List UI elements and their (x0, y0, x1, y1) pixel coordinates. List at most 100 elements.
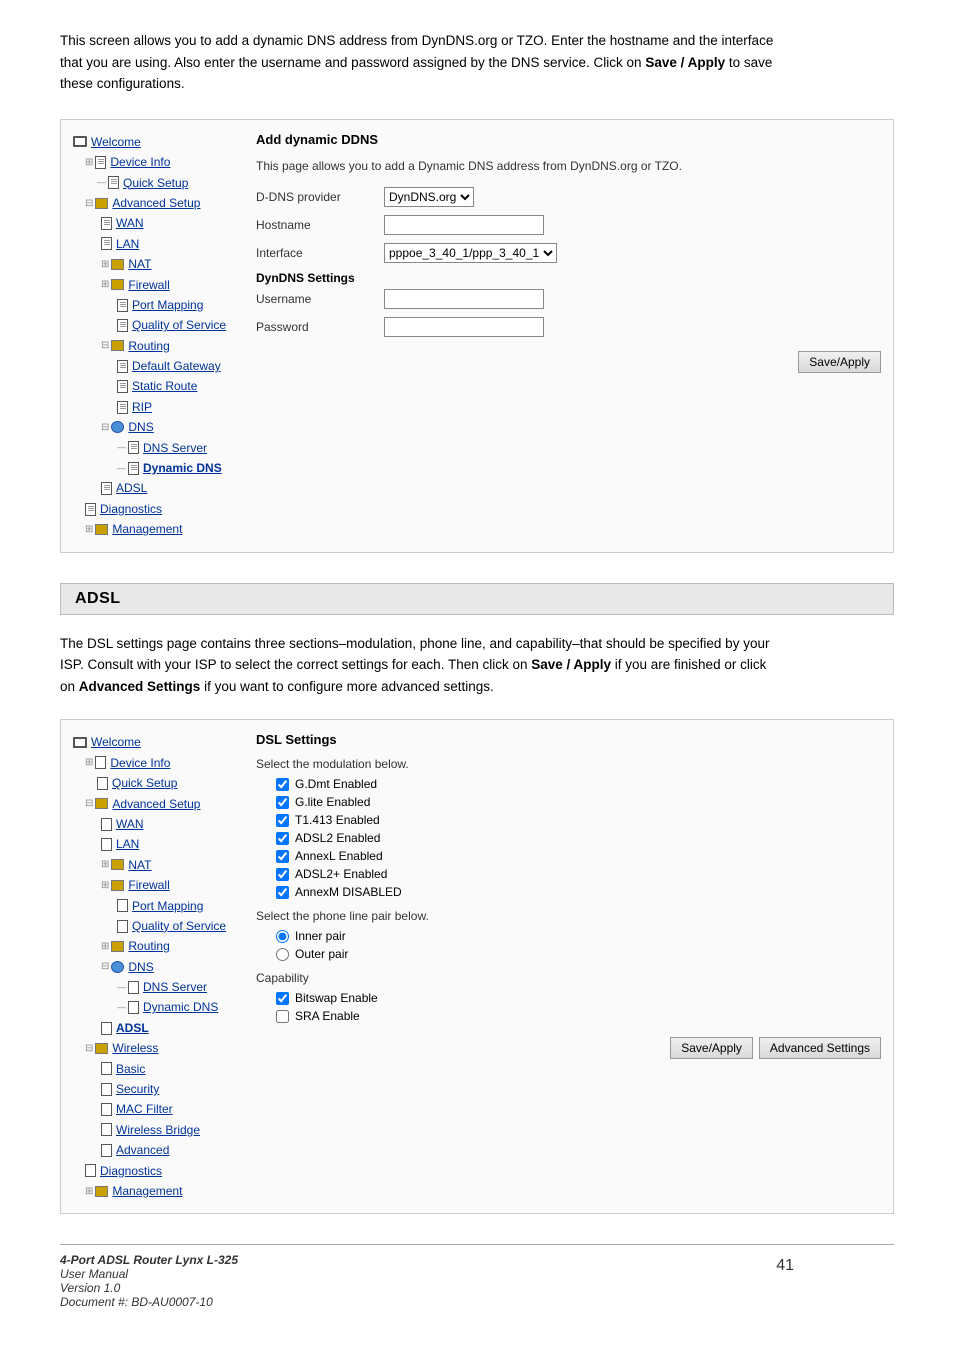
nav2-security[interactable]: Security (101, 1079, 238, 1099)
nav-nat[interactable]: ⊞ NAT (101, 254, 238, 274)
nav2-wan-label[interactable]: WAN (116, 814, 144, 834)
glite-checkbox[interactable] (276, 796, 289, 809)
nav2-advanced-setup[interactable]: ⊟ Advanced Setup (85, 794, 238, 814)
nav-dynamic-dns-label[interactable]: Dynamic DNS (143, 458, 222, 478)
nav2-wireless-bridge-label[interactable]: Wireless Bridge (116, 1120, 200, 1140)
nav2-diagnostics-label[interactable]: Diagnostics (100, 1161, 162, 1181)
nav2-advanced-setup-label[interactable]: Advanced Setup (112, 794, 200, 814)
ddns-provider-select[interactable]: DynDNS.org TZO (384, 187, 474, 207)
nav-management[interactable]: ⊞ Management (85, 519, 238, 539)
nav2-lan[interactable]: LAN (101, 834, 238, 854)
nav-device-info-label[interactable]: Device Info (110, 152, 170, 172)
nav2-diagnostics[interactable]: Diagnostics (85, 1161, 238, 1181)
username-input[interactable] (384, 289, 544, 309)
nav2-adsl[interactable]: ADSL (101, 1018, 238, 1038)
nav2-basic[interactable]: Basic (101, 1059, 238, 1079)
dsl-advanced-button[interactable]: Advanced Settings (759, 1037, 881, 1059)
nav2-routing-label[interactable]: Routing (128, 936, 169, 956)
bitswap-checkbox[interactable] (276, 992, 289, 1005)
nav-advanced-setup[interactable]: ⊟ Advanced Setup (85, 193, 238, 213)
inner-pair-radio[interactable] (276, 930, 289, 943)
nav2-management[interactable]: ⊞ Management (85, 1181, 238, 1201)
nav2-wireless[interactable]: ⊟ Wireless (85, 1038, 238, 1058)
nav-advanced-setup-label[interactable]: Advanced Setup (112, 193, 200, 213)
nav-routing[interactable]: ⊟ Routing (101, 336, 238, 356)
annexm-checkbox[interactable] (276, 886, 289, 899)
nav-wan[interactable]: WAN (101, 213, 238, 233)
nav2-security-label[interactable]: Security (116, 1079, 159, 1099)
nav2-quick-setup-label[interactable]: Quick Setup (112, 773, 177, 793)
nav2-port-mapping[interactable]: Port Mapping (117, 896, 238, 916)
nav-rip[interactable]: RIP (117, 397, 238, 417)
nav2-firewall[interactable]: ⊞ Firewall (101, 875, 238, 895)
adsl2plus-checkbox[interactable] (276, 868, 289, 881)
nav-diagnostics-label[interactable]: Diagnostics (100, 499, 162, 519)
nav-adsl-label[interactable]: ADSL (116, 478, 147, 498)
nav-device-info[interactable]: ⊞ Device Info (85, 152, 238, 172)
adsl2-checkbox[interactable] (276, 832, 289, 845)
nav2-welcome[interactable]: Welcome (73, 732, 238, 752)
sra-checkbox[interactable] (276, 1010, 289, 1023)
interface-select[interactable]: pppoe_3_40_1/ppp_3_40_1 (384, 243, 557, 263)
nav2-advanced-label[interactable]: Advanced (116, 1140, 169, 1160)
nav2-welcome-label[interactable]: Welcome (91, 732, 141, 752)
nav-quick-setup[interactable]: — Quick Setup (97, 173, 238, 193)
nav2-mac-filter-label[interactable]: MAC Filter (116, 1099, 173, 1119)
nav-routing-label[interactable]: Routing (128, 336, 169, 356)
nav2-nat-label[interactable]: NAT (128, 855, 151, 875)
nav2-qos-label[interactable]: Quality of Service (132, 916, 226, 936)
nav2-dns-label[interactable]: DNS (128, 957, 153, 977)
nav-default-gw[interactable]: Default Gateway (117, 356, 238, 376)
nav-qos-label[interactable]: Quality of Service (132, 315, 226, 335)
nav-lan[interactable]: LAN (101, 234, 238, 254)
password-input[interactable] (384, 317, 544, 337)
nav-quick-setup-label[interactable]: Quick Setup (123, 173, 188, 193)
nav2-routing[interactable]: ⊞ Routing (101, 936, 238, 956)
nav2-basic-label[interactable]: Basic (116, 1059, 145, 1079)
nav-default-gw-label[interactable]: Default Gateway (132, 356, 221, 376)
nav2-dns[interactable]: ⊟ DNS (101, 957, 238, 977)
nav2-port-mapping-label[interactable]: Port Mapping (132, 896, 203, 916)
nav2-dns-server-label[interactable]: DNS Server (143, 977, 207, 997)
nav-qos[interactable]: Quality of Service (117, 315, 238, 335)
nav2-qos[interactable]: Quality of Service (117, 916, 238, 936)
nav2-wan[interactable]: WAN (101, 814, 238, 834)
nav-adsl[interactable]: ADSL (101, 478, 238, 498)
nav-dns[interactable]: ⊟ DNS (101, 417, 238, 437)
nav2-advanced[interactable]: Advanced (101, 1140, 238, 1160)
nav2-dynamic-dns[interactable]: — Dynamic DNS (117, 997, 238, 1017)
nav-rip-label[interactable]: RIP (132, 397, 152, 417)
nav2-nat[interactable]: ⊞ NAT (101, 855, 238, 875)
t1413-checkbox[interactable] (276, 814, 289, 827)
nav-static-route-label[interactable]: Static Route (132, 376, 197, 396)
nav2-device-info-label[interactable]: Device Info (110, 753, 170, 773)
nav2-lan-label[interactable]: LAN (116, 834, 139, 854)
nav-firewall[interactable]: ⊞ Firewall (101, 275, 238, 295)
hostname-input[interactable] (384, 215, 544, 235)
nav2-quick-setup[interactable]: Quick Setup (97, 773, 238, 793)
nav2-device-info[interactable]: ⊞ Device Info (85, 753, 238, 773)
nav-welcome-label[interactable]: Welcome (91, 132, 141, 152)
nav-diagnostics[interactable]: Diagnostics (85, 499, 238, 519)
nav2-dynamic-dns-label[interactable]: Dynamic DNS (143, 997, 218, 1017)
nav2-adsl-label[interactable]: ADSL (116, 1018, 149, 1038)
annexl-checkbox[interactable] (276, 850, 289, 863)
nav2-dns-server[interactable]: — DNS Server (117, 977, 238, 997)
ddns-save-button[interactable]: Save/Apply (798, 351, 881, 373)
nav-dynamic-dns[interactable]: — Dynamic DNS (117, 458, 238, 478)
nav2-wireless-bridge[interactable]: Wireless Bridge (101, 1120, 238, 1140)
nav-welcome[interactable]: Welcome (73, 132, 238, 152)
gdmt-checkbox[interactable] (276, 778, 289, 791)
nav-port-mapping-label[interactable]: Port Mapping (132, 295, 203, 315)
nav-management-label[interactable]: Management (112, 519, 182, 539)
nav-nat-label[interactable]: NAT (128, 254, 151, 274)
outer-pair-radio[interactable] (276, 948, 289, 961)
nav2-firewall-label[interactable]: Firewall (128, 875, 169, 895)
nav-dns-server[interactable]: — DNS Server (117, 438, 238, 458)
nav2-management-label[interactable]: Management (112, 1181, 182, 1201)
dsl-save-button[interactable]: Save/Apply (670, 1037, 753, 1059)
nav-static-route[interactable]: Static Route (117, 376, 238, 396)
nav-wan-label[interactable]: WAN (116, 213, 144, 233)
nav-lan-label[interactable]: LAN (116, 234, 139, 254)
nav2-mac-filter[interactable]: MAC Filter (101, 1099, 238, 1119)
